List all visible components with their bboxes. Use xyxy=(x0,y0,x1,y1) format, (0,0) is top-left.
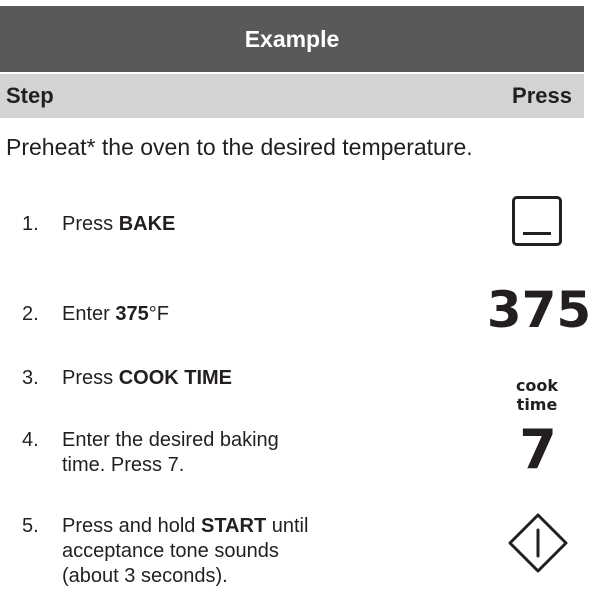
step-text: Press BAKE xyxy=(62,213,176,235)
bake-key-icon xyxy=(512,196,562,246)
step-number: 1. xyxy=(22,213,39,235)
cook-time-line2: time xyxy=(516,395,558,414)
cook-time-key: cook time xyxy=(500,376,574,414)
step-4: 4. Enter the desired baking time. Press 7… xyxy=(22,428,362,478)
step-text: Press and hold START until acceptance ton… xyxy=(62,515,309,587)
time-display-value: 7 xyxy=(519,418,557,481)
header-title: Example xyxy=(244,25,340,52)
column-header-bar: Step Press xyxy=(0,74,584,118)
cook-time-line1: cook xyxy=(515,376,559,395)
column-press-label: Press xyxy=(512,83,572,108)
step-number: 5. xyxy=(22,515,39,537)
step-2: 2. Enter 375°F xyxy=(22,302,362,327)
step-1: 1. Press BAKE xyxy=(22,212,362,237)
start-key-icon xyxy=(508,513,568,573)
step-number: 3. xyxy=(22,367,39,389)
step-number: 2. xyxy=(22,303,39,325)
column-step-label: Step xyxy=(6,83,54,108)
step-3: 3. Press COOK TIME xyxy=(22,366,362,391)
step-text: Enter the desired baking time. Press 7. xyxy=(62,429,279,476)
temp-display-value: 375 xyxy=(486,281,592,339)
header-bar: Example xyxy=(0,6,584,72)
temp-display: 375 xyxy=(480,280,598,340)
step-text: Press COOK TIME xyxy=(62,367,233,389)
step-number: 4. xyxy=(22,429,39,451)
intro-text: Preheat* the oven to the desired tempera… xyxy=(6,134,473,160)
step-5: 5. Press and hold START until acceptance … xyxy=(22,514,362,589)
time-display: 7 xyxy=(508,418,568,482)
step-text: Enter 375°F xyxy=(62,303,169,325)
